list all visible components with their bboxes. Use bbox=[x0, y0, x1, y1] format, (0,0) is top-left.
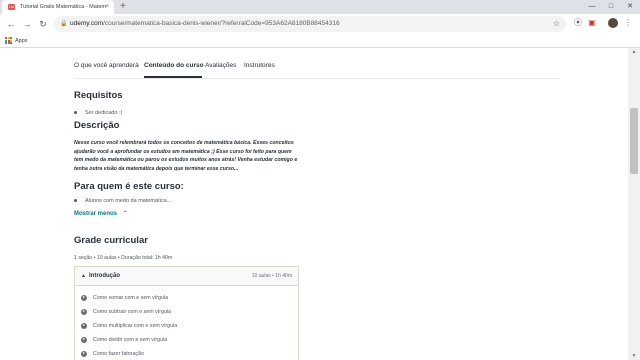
address-bar[interactable]: 🔒 udemy.com/course/matematica-basica-den… bbox=[54, 16, 566, 32]
url-path: /course/matematica-basica-denis-wiener/?… bbox=[103, 20, 340, 27]
menu-icon[interactable]: ⋮ bbox=[622, 17, 634, 29]
section-stats: 10 aulas • 1h 40m bbox=[251, 273, 292, 279]
lecture-item[interactable]: Como subtrair com e sem vírgula bbox=[81, 307, 171, 317]
url-host: udemy.com bbox=[70, 20, 104, 27]
minimize-button[interactable]: — bbox=[582, 0, 602, 14]
apps-bookmark[interactable]: Apps bbox=[15, 34, 28, 48]
lecture-item[interactable]: Como dividir com e sem vírgula bbox=[81, 335, 167, 345]
extension-icon[interactable]: ⦿ bbox=[572, 17, 584, 29]
apps-grid-dot bbox=[10, 42, 12, 44]
bookmark-star-icon[interactable]: ☆ bbox=[553, 16, 560, 32]
reload-icon[interactable]: ↻ bbox=[36, 14, 50, 34]
lecture-item[interactable]: Como somar com e sem vírgula bbox=[81, 293, 168, 303]
play-icon bbox=[81, 308, 87, 315]
tab-instructors[interactable]: Instrutores bbox=[244, 62, 275, 69]
active-tab-indicator bbox=[144, 76, 202, 78]
play-icon bbox=[81, 350, 87, 357]
scrollbar-thumb[interactable] bbox=[630, 108, 638, 174]
back-icon[interactable]: ← bbox=[4, 14, 18, 34]
requirements-heading: Requisitos bbox=[74, 90, 123, 101]
audience-item: Alunos com medo da matemática... bbox=[74, 198, 171, 204]
requirement-item: Ser dedicado :) bbox=[74, 110, 122, 116]
forward-icon[interactable]: → bbox=[20, 14, 34, 34]
curriculum-section: ▲ Introdução 10 aulas • 1h 40m Como soma… bbox=[74, 266, 299, 360]
close-window-button[interactable]: ✕ bbox=[620, 0, 640, 14]
bullet-icon bbox=[74, 111, 77, 115]
course-tabs: O que você aprenderá Conteúdo do curso A… bbox=[74, 58, 560, 79]
scroll-up-icon[interactable]: ▲ bbox=[628, 48, 640, 56]
new-tab-button[interactable]: + bbox=[120, 0, 126, 14]
browser-tab[interactable]: Ud Tutorial Gratis Matemática - Matem × bbox=[2, 0, 114, 14]
tab-what-you-learn[interactable]: O que você aprenderá bbox=[74, 62, 139, 69]
page-scrollbar[interactable]: ▲ ▼ bbox=[628, 48, 640, 360]
tab-reviews[interactable]: Avaliações bbox=[205, 62, 236, 69]
extension-icon[interactable]: ▣ bbox=[586, 17, 598, 29]
play-icon bbox=[81, 294, 87, 301]
page-content: O que você aprenderá Conteúdo do curso A… bbox=[0, 48, 628, 360]
description-heading: Descrição bbox=[74, 120, 120, 131]
bookmarks-bar bbox=[0, 34, 640, 48]
show-less-link[interactable]: Mostrar menos ⌃ bbox=[74, 210, 128, 217]
lecture-item[interactable]: Como fazer fatoração bbox=[81, 349, 144, 359]
lock-icon: 🔒 bbox=[60, 21, 68, 27]
profile-avatar[interactable] bbox=[608, 18, 618, 28]
bullet-icon bbox=[74, 199, 77, 203]
description-text: Nesse curso você relembrará todos os con… bbox=[74, 140, 298, 172]
section-header[interactable]: ▲ Introdução 10 aulas • 1h 40m bbox=[75, 267, 298, 286]
lecture-item[interactable]: Como multiplicar com e sem vírgula bbox=[81, 321, 177, 331]
curriculum-meta: 1 seção • 10 aulas • Duração total: 1h 4… bbox=[74, 255, 173, 261]
scroll-down-icon[interactable]: ▼ bbox=[628, 352, 640, 360]
play-icon bbox=[81, 336, 87, 343]
tab-title: Tutorial Gratis Matemática - Matem bbox=[20, 4, 106, 10]
audience-heading: Para quem é este curso: bbox=[74, 181, 184, 192]
apps-grid-icon[interactable] bbox=[5, 37, 12, 44]
curriculum-heading: Grade curricular bbox=[74, 235, 148, 246]
section-title: Introdução bbox=[89, 273, 120, 279]
maximize-button[interactable]: □ bbox=[601, 0, 621, 14]
udemy-favicon-icon: Ud bbox=[8, 4, 15, 10]
close-tab-icon[interactable]: × bbox=[105, 0, 109, 14]
tab-course-content[interactable]: Conteúdo do curso bbox=[144, 62, 204, 69]
caret-up-icon: ▲ bbox=[81, 273, 86, 279]
play-icon bbox=[81, 322, 87, 329]
chevron-up-icon: ⌃ bbox=[122, 211, 128, 217]
